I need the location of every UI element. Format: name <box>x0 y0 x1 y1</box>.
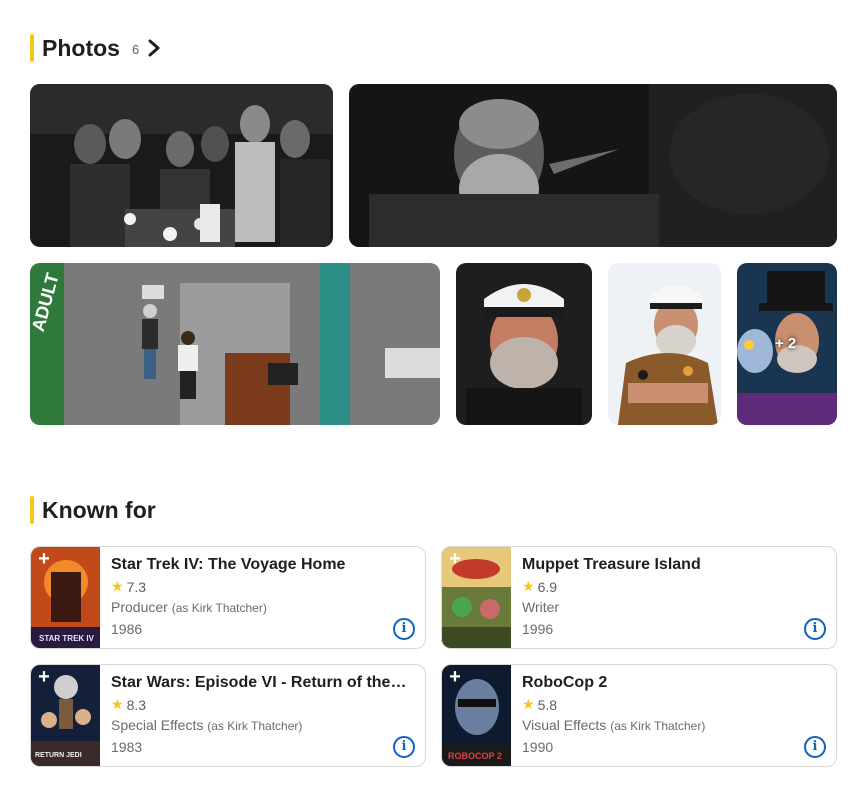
star-icon: ★ <box>111 696 124 712</box>
year: 1986 <box>111 621 143 637</box>
title-link[interactable]: Star Trek IV: The Voyage Home <box>111 556 409 574</box>
poster-robocop-2[interactable]: ROBOCOP 2 + <box>442 665 511 766</box>
info-icon[interactable]: i <box>393 618 415 640</box>
role: Special Effects (as Kirk Thatcher) <box>111 717 303 733</box>
add-to-watchlist-icon[interactable]: + <box>445 549 465 570</box>
rating: ★ 5.8 <box>522 696 558 713</box>
photo-group-candles[interactable] <box>30 84 333 247</box>
info-icon[interactable]: i <box>804 736 826 758</box>
rating: ★ 8.3 <box>111 696 147 713</box>
poster-return-of-the-jedi[interactable]: RETURN JEDI + <box>31 665 100 766</box>
known-for-card[interactable]: + Muppet Treasure Island ★ 6.9 Writer 199… <box>441 546 837 649</box>
add-to-watchlist-icon[interactable]: + <box>34 549 54 570</box>
rating: ★ 6.9 <box>522 578 558 595</box>
year: 1996 <box>522 621 554 637</box>
add-to-watchlist-icon[interactable]: + <box>445 667 465 688</box>
info-icon[interactable]: i <box>393 736 415 758</box>
year: 1983 <box>111 739 143 755</box>
star-icon: ★ <box>522 696 535 712</box>
title-link[interactable]: Muppet Treasure Island <box>522 556 820 574</box>
known-for-card[interactable]: STAR TREK IV + Star Trek IV: The Voyage … <box>30 546 426 649</box>
year: 1990 <box>522 739 554 755</box>
photo-captain-hat-portrait[interactable] <box>456 263 592 425</box>
known-for-card[interactable]: RETURN JEDI + Star Wars: Episode VI - Re… <box>30 664 426 767</box>
photo-top-hat-muppet[interactable]: + 2 <box>737 263 837 425</box>
photos-title: Photos <box>42 34 120 61</box>
role: Producer (as Kirk Thatcher) <box>111 599 267 615</box>
poster-star-trek-iv[interactable]: STAR TREK IV + <box>31 547 100 648</box>
photo-bearded-man-night[interactable] <box>349 84 837 247</box>
known-for-card[interactable]: ROBOCOP 2 + RoboCop 2 ★ 5.8 Visual Effect… <box>441 664 837 767</box>
photos-header: Photos 6 <box>30 34 161 62</box>
rating: ★ 7.3 <box>111 578 147 595</box>
photo-captain-hat-arms-crossed[interactable] <box>608 263 721 425</box>
add-to-watchlist-icon[interactable]: + <box>34 667 54 688</box>
section-accent-bar <box>30 34 34 62</box>
credited-as: (as Kirk Thatcher) <box>171 601 267 615</box>
section-accent-bar <box>30 496 34 524</box>
poster-muppet-treasure-island[interactable]: + <box>442 547 511 648</box>
photo-street-aerial[interactable]: ADULT <box>30 263 440 425</box>
more-photos-badge: + 2 <box>775 335 797 352</box>
info-icon[interactable]: i <box>804 618 826 640</box>
credited-as: (as Kirk Thatcher) <box>610 719 706 733</box>
star-icon: ★ <box>522 578 535 594</box>
title-link[interactable]: Star Wars: Episode VI - Return of the J.… <box>111 674 409 692</box>
role: Writer <box>522 599 560 615</box>
svg-text:RETURN JEDI: RETURN JEDI <box>35 752 82 759</box>
star-icon: ★ <box>111 578 124 594</box>
photos-count: 6 <box>131 41 140 57</box>
known-for-title: Known for <box>42 496 156 523</box>
chevron-right-icon[interactable] <box>147 39 161 57</box>
title-link[interactable]: RoboCop 2 <box>522 674 820 692</box>
role: Visual Effects (as Kirk Thatcher) <box>522 717 706 733</box>
credited-as: (as Kirk Thatcher) <box>207 719 303 733</box>
known-for-header: Known for <box>30 496 156 524</box>
svg-text:ROBOCOP 2: ROBOCOP 2 <box>448 751 502 761</box>
svg-text:STAR TREK IV: STAR TREK IV <box>39 634 95 643</box>
